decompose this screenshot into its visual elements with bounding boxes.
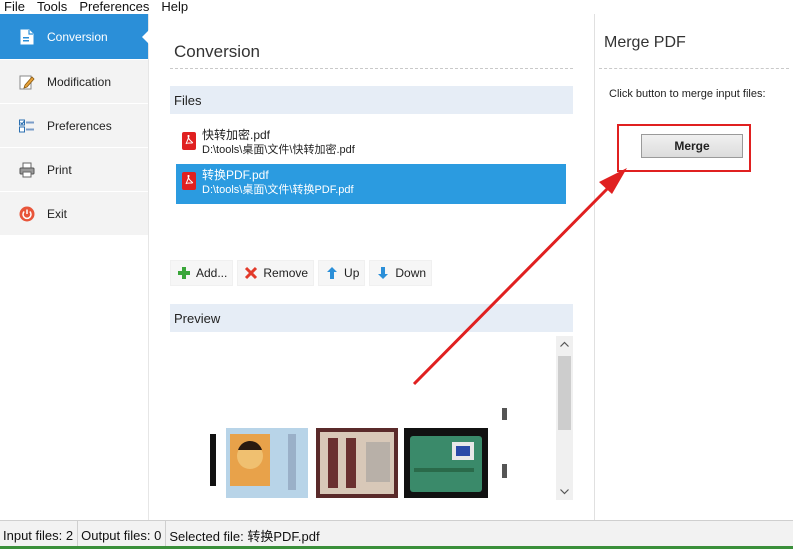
file-list-item[interactable]: 快转加密.pdf D:\tools\桌面\文件\快转加密.pdf — [176, 124, 566, 164]
preview-page-text-image — [502, 408, 507, 478]
id-card-back-image — [316, 428, 398, 498]
divider — [170, 68, 573, 69]
menu-preferences[interactable]: Preferences — [73, 0, 155, 14]
plus-icon — [176, 265, 192, 281]
arrow-up-icon — [324, 265, 340, 281]
sidebar: Conversion Modification Preferences Prin… — [0, 14, 149, 520]
preview-scrollbar[interactable] — [556, 336, 573, 500]
file-path: D:\tools\桌面\文件\快转加密.pdf — [202, 144, 355, 156]
merge-hint-text: Click button to merge input files: — [609, 88, 766, 100]
sidebar-item-preferences[interactable]: Preferences — [0, 104, 148, 148]
pdf-file-icon — [182, 132, 196, 150]
status-output-files: Output files: 0 — [78, 520, 167, 549]
preview-area — [170, 332, 573, 520]
files-section-header: Files — [170, 86, 573, 114]
edit-document-icon — [18, 73, 36, 91]
status-input-files: Input files: 2 — [0, 520, 79, 549]
convert-document-icon — [18, 28, 36, 46]
remove-x-icon — [243, 265, 259, 281]
pdf-file-icon — [182, 172, 196, 190]
sidebar-item-print[interactable]: Print — [0, 148, 148, 192]
merge-button[interactable]: Merge — [641, 134, 743, 158]
bank-card-image — [404, 428, 488, 498]
scroll-up-arrow-icon[interactable] — [556, 336, 573, 352]
remove-button-label: Remove — [263, 266, 309, 280]
preview-section-header: Preview — [170, 304, 573, 332]
add-button-label: Add... — [196, 266, 228, 280]
up-button[interactable]: Up — [318, 260, 366, 286]
status-bar: Input files: 2 Output files: 0 Selected … — [0, 520, 793, 549]
file-list-item-selected[interactable]: 转换PDF.pdf D:\tools\桌面\文件\转换PDF.pdf — [176, 164, 566, 204]
menu-bar: File Tools Preferences Help — [0, 0, 793, 14]
add-button[interactable]: Add... — [170, 260, 234, 286]
file-name: 转换PDF.pdf — [202, 168, 269, 182]
sidebar-item-label: Exit — [47, 206, 68, 221]
file-name: 快转加密.pdf — [202, 128, 271, 142]
preview-page-strip-image — [210, 434, 216, 486]
merge-panel-title: Merge PDF — [604, 34, 686, 51]
sidebar-item-conversion[interactable]: Conversion — [0, 14, 149, 60]
sidebar-item-exit[interactable]: Exit — [0, 192, 148, 236]
sidebar-item-label: Print — [47, 162, 72, 177]
down-button-label: Down — [395, 266, 427, 280]
scrollbar-thumb[interactable] — [558, 356, 571, 430]
conversion-panel: Conversion Files 快转加密.pdf D:\tools\桌面\文件… — [150, 14, 593, 520]
remove-button[interactable]: Remove — [237, 260, 315, 286]
menu-file[interactable]: File — [0, 0, 31, 14]
merge-pdf-panel: Merge PDF Click button to merge input fi… — [594, 14, 793, 520]
sidebar-item-label: Modification — [47, 74, 112, 89]
sidebar-item-modification[interactable]: Modification — [0, 60, 148, 104]
arrow-down-icon — [375, 265, 391, 281]
status-selected-file: Selected file: 转换PDF.pdf — [169, 528, 320, 544]
up-button-label: Up — [344, 266, 360, 280]
menu-help[interactable]: Help — [155, 0, 194, 14]
preferences-checklist-icon — [18, 117, 36, 135]
page-title: Conversion — [174, 42, 260, 61]
id-card-front-image — [226, 428, 308, 498]
file-actions-toolbar: Add... Remove Up Down — [170, 260, 433, 286]
divider — [599, 68, 789, 69]
scroll-down-arrow-icon[interactable] — [556, 484, 573, 500]
down-button[interactable]: Down — [369, 260, 433, 286]
file-path: D:\tools\桌面\文件\转换PDF.pdf — [202, 184, 354, 196]
sidebar-item-label: Conversion — [47, 29, 108, 44]
printer-icon — [18, 161, 36, 179]
power-icon — [18, 205, 36, 223]
menu-tools[interactable]: Tools — [31, 0, 73, 14]
file-list[interactable]: 快转加密.pdf D:\tools\桌面\文件\快转加密.pdf 转换PDF.p… — [170, 114, 573, 256]
sidebar-item-label: Preferences — [47, 118, 112, 133]
